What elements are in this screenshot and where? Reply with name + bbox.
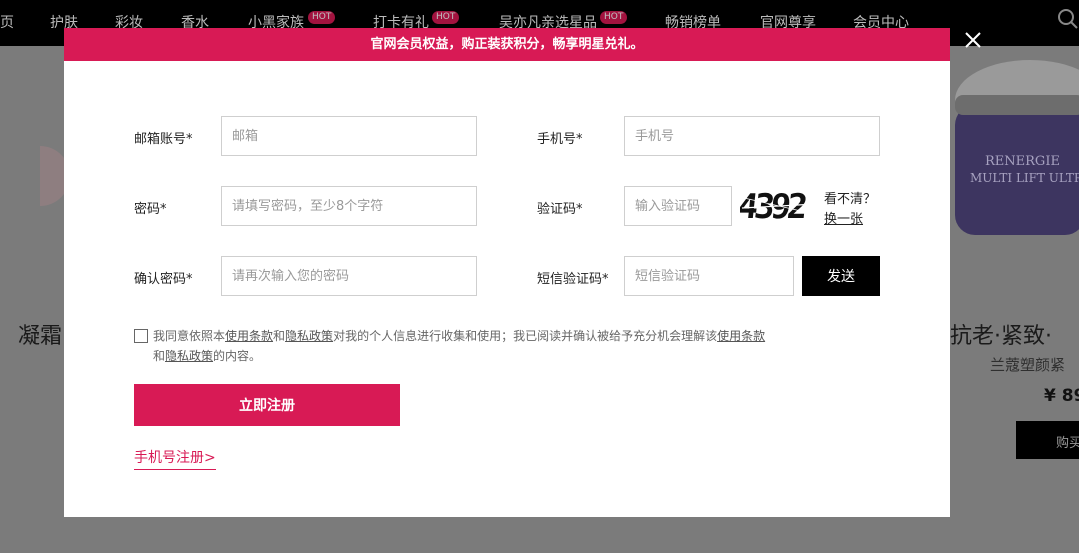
hot-badge: HOT [600, 11, 628, 24]
close-icon[interactable] [962, 29, 984, 51]
captcha-label: 验证码* [537, 202, 583, 217]
email-field[interactable] [221, 116, 477, 156]
sms-code-field[interactable] [624, 256, 794, 296]
svg-text:RENERGIE: RENERGIE [985, 154, 1060, 169]
product-subtitle-right: 兰蔻塑颜紧 [990, 356, 1066, 374]
phone-register-link[interactable]: 手机号注册> [134, 447, 216, 470]
hot-badge: HOT [308, 11, 336, 24]
register-modal: 官网会员权益，购正装获积分，畅享明星兑礼。 邮箱账号* 手机号* 密码* 验证码… [64, 28, 950, 517]
privacy-link[interactable]: 隐私政策 [285, 329, 333, 343]
search-icon[interactable] [1055, 6, 1079, 30]
email-label: 邮箱账号* [134, 132, 193, 147]
password-label: 密码* [134, 202, 167, 217]
product-image-right: RENERGIE MULTI LIFT ULTRA [955, 60, 1079, 235]
member-benefits-banner: 官网会员权益，购正装获积分，畅享明星兑礼。 [64, 28, 950, 61]
agreement-checkbox[interactable] [134, 329, 148, 343]
svg-text:MULTI LIFT ULTRA: MULTI LIFT ULTRA [970, 171, 1079, 185]
privacy-link[interactable]: 隐私政策 [165, 349, 213, 363]
password-field[interactable] [221, 186, 477, 226]
confirm-password-field[interactable] [221, 256, 477, 296]
register-button[interactable]: 立即注册 [134, 384, 400, 426]
captcha-image[interactable]: 4392 [740, 186, 818, 226]
captcha-field[interactable] [624, 186, 732, 226]
phone-field[interactable] [624, 116, 880, 156]
product-title-right: 抗老·紧致· [950, 324, 1052, 349]
nav-item-home[interactable]: 页 [0, 12, 14, 32]
captcha-refresh-link[interactable]: 换一张 [824, 208, 863, 227]
send-sms-button[interactable]: 发送 [802, 256, 880, 296]
confirm-password-label: 确认密码* [134, 272, 193, 287]
product-price-right: ¥ 89 [1044, 386, 1079, 406]
hot-badge: HOT [432, 11, 460, 24]
agreement-text: 我同意依照本使用条款和隐私政策对我的个人信息进行收集和使用；我已阅读并确认被给予… [153, 329, 766, 363]
buy-button[interactable]: 购买 [1016, 421, 1079, 459]
product-title-left: 凝霜 [18, 324, 63, 349]
terms-link[interactable]: 使用条款 [225, 329, 273, 343]
phone-label: 手机号* [537, 132, 583, 147]
terms-link[interactable]: 使用条款 [717, 329, 765, 343]
captcha-hint: 看不清？ [824, 192, 877, 207]
sms-code-label: 短信验证码* [537, 272, 609, 287]
